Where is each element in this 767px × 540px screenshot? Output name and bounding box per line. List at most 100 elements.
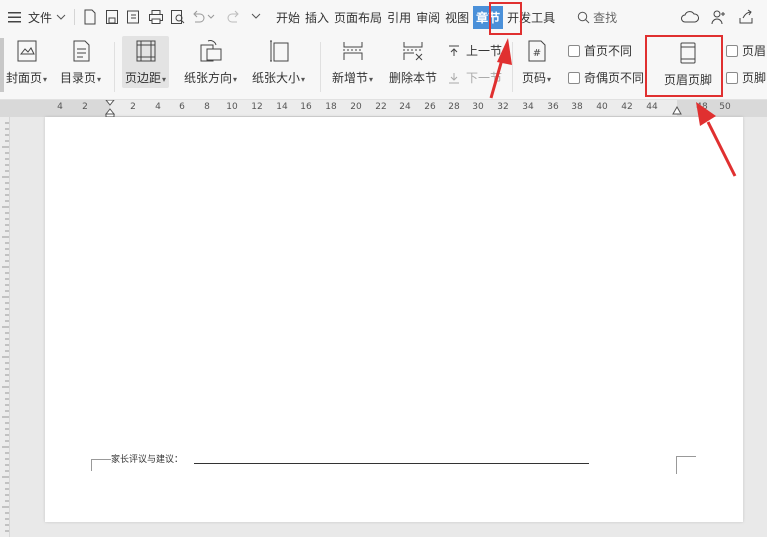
- footer-option-checkbox[interactable]: 页脚: [726, 69, 766, 86]
- footer-area[interactable]: 家长评议与建议：: [91, 444, 589, 474]
- print-icon[interactable]: [147, 8, 165, 26]
- footer-option-label: 页脚: [742, 71, 767, 85]
- cover-page-button[interactable]: 封面页▾: [6, 38, 47, 86]
- paper-size-icon: [266, 38, 292, 64]
- orientation-button[interactable]: 纸张方向▾: [184, 38, 237, 86]
- cover-page-label: 封面页: [6, 71, 43, 85]
- checkbox-box: [726, 71, 738, 84]
- ruler-tick-label: 22: [375, 102, 387, 112]
- new-section-icon: [340, 38, 366, 64]
- share-icon[interactable]: [737, 8, 755, 26]
- odd-even-different-label: 奇偶页不同: [584, 71, 645, 85]
- page-number-label: 页码: [522, 71, 547, 85]
- footer-line-text: 家长评议与建议：: [111, 455, 184, 465]
- vertical-ruler[interactable]: [0, 117, 10, 537]
- ruler-tick-label: 14: [276, 102, 288, 112]
- ruler-tick-label: 6: [179, 102, 185, 112]
- prev-section-button[interactable]: 上一节: [446, 42, 502, 59]
- ribbon-left-collapse[interactable]: [0, 38, 4, 92]
- ruler-tick-label: 18: [325, 102, 337, 112]
- paper-size-button[interactable]: 纸张大小▾: [252, 38, 305, 86]
- page-number-button[interactable]: # 页码▾: [522, 38, 551, 86]
- ruler-margin-left: [0, 100, 110, 117]
- print-preview-icon[interactable]: [169, 8, 187, 26]
- delete-section-icon: [400, 38, 426, 64]
- ruler-tick-label: 26: [424, 102, 436, 112]
- delete-section-label: 删除本节: [389, 71, 438, 85]
- header-option-checkbox[interactable]: 页眉: [726, 42, 766, 59]
- document-page[interactable]: 家长评议与建议：: [45, 117, 743, 522]
- header-footer-button[interactable]: 页眉页脚: [664, 40, 712, 88]
- odd-even-different-checkbox[interactable]: 奇偶页不同: [568, 69, 644, 86]
- ruler-tick-label: 20: [350, 102, 362, 112]
- margins-button[interactable]: 页边距▾: [122, 36, 170, 88]
- tab-developer[interactable]: 开发工具: [506, 9, 556, 26]
- ruler-tick-label: 48: [696, 102, 708, 112]
- ruler-tick-label: 2: [130, 102, 136, 112]
- toc-page-button[interactable]: 目录页▾: [60, 38, 101, 86]
- export-pdf-icon[interactable]: [125, 8, 143, 26]
- hamburger-icon: [8, 12, 21, 23]
- ruler-tick-label: 42: [621, 102, 633, 112]
- first-line-indent-marker[interactable]: [104, 99, 116, 118]
- right-indent-marker[interactable]: [672, 105, 682, 117]
- next-section-label: 下一节: [466, 71, 503, 85]
- redo-icon[interactable]: [225, 8, 243, 26]
- ruler-tick-label: 32: [497, 102, 509, 112]
- ruler-tick-label: 40: [596, 102, 608, 112]
- tab-page-layout[interactable]: 页面布局: [333, 9, 383, 26]
- paper-size-label: 纸张大小: [252, 71, 301, 85]
- first-page-different-label: 首页不同: [584, 44, 633, 58]
- ruler-tick-label: 2: [82, 102, 88, 112]
- ruler-tick-label: 4: [57, 102, 63, 112]
- ruler-tick-label: 4: [155, 102, 161, 112]
- prev-section-label: 上一节: [466, 44, 503, 58]
- tab-home[interactable]: 开始: [275, 9, 301, 26]
- ruler-tick-label: 28: [448, 102, 460, 112]
- ruler-tick-label: 44: [646, 102, 658, 112]
- prev-section-icon: [449, 45, 459, 56]
- checkbox-box: [568, 44, 580, 57]
- header-footer-icon: [675, 40, 701, 66]
- tab-insert[interactable]: 插入: [304, 9, 330, 26]
- search-label: 查找: [593, 10, 618, 25]
- right-margin-corner-mark: [676, 456, 696, 474]
- ribbon-toolbar: 封面页▾ 目录页▾ 页边距▾ 纸张方向▾ 纸张大小▾ 新增节▾ 删除本节 上一节…: [0, 34, 767, 100]
- toc-page-icon: [68, 38, 94, 64]
- cloud-sync-icon[interactable]: [681, 8, 699, 26]
- search-box[interactable]: 查找: [577, 9, 617, 26]
- tab-references[interactable]: 引用: [386, 9, 412, 26]
- svg-text:#: #: [532, 48, 540, 59]
- next-section-icon: [449, 72, 459, 83]
- collaborate-icon[interactable]: [709, 8, 727, 26]
- cover-page-icon: [14, 38, 40, 64]
- main-menu-button[interactable]: [8, 11, 22, 23]
- delete-section-button[interactable]: 删除本节: [389, 38, 437, 86]
- chevron-down-icon: [56, 14, 66, 20]
- ruler-tick-label: 36: [547, 102, 559, 112]
- left-margin-corner-mark: [91, 459, 111, 471]
- tab-view[interactable]: 视图: [444, 9, 470, 26]
- orientation-icon: [198, 38, 224, 64]
- new-doc-icon[interactable]: [81, 8, 99, 26]
- ruler-tick-label: 34: [522, 102, 534, 112]
- checkbox-box: [726, 44, 738, 57]
- tab-section[interactable]: 章节: [473, 5, 504, 29]
- new-section-button[interactable]: 新增节▾: [332, 38, 373, 86]
- quick-access-more-icon[interactable]: [247, 8, 265, 26]
- toc-page-label: 目录页: [60, 71, 97, 85]
- ruler-tick-label: 24: [399, 102, 411, 112]
- new-section-label: 新增节: [332, 71, 369, 85]
- tab-review[interactable]: 审阅: [415, 9, 441, 26]
- undo-icon[interactable]: [191, 8, 215, 26]
- ruler-tick-label: 30: [472, 102, 484, 112]
- checkbox-box: [568, 71, 580, 84]
- header-footer-label: 页眉页脚: [664, 73, 713, 87]
- ruler-tick-label: 16: [300, 102, 312, 112]
- horizontal-ruler[interactable]: 4 2 2 4 6 8 10 12 14 16 18 20 22 24 26 28 30 32 34 36 38 40 42…: [0, 99, 767, 118]
- file-menu[interactable]: 文件: [28, 9, 66, 26]
- ruler-tick-label: 8: [204, 102, 210, 112]
- next-section-button[interactable]: 下一节: [446, 69, 502, 86]
- save-icon[interactable]: [103, 8, 121, 26]
- first-page-different-checkbox[interactable]: 首页不同: [568, 42, 632, 59]
